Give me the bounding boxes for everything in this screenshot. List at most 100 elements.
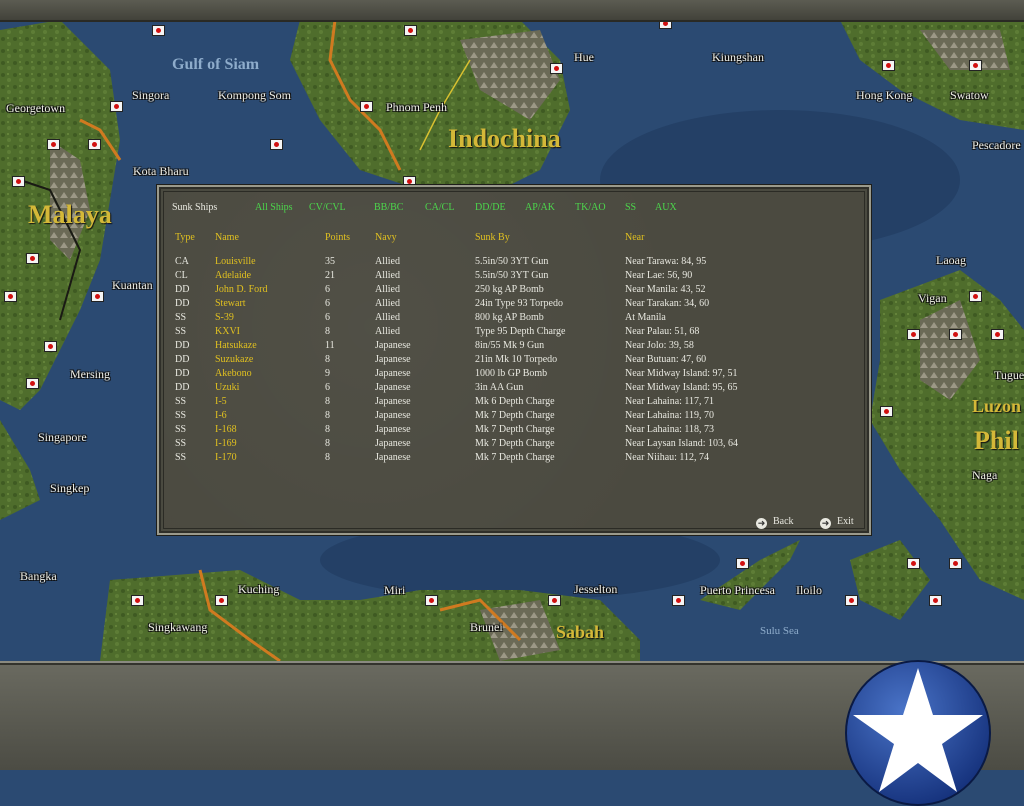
cell-points: 6 [325,382,330,393]
cell-name: Adelaide [215,270,252,281]
table-row[interactable]: SS I-6 8 Japanese Mk 7 Depth Charge Near Laha… [164,410,864,424]
map-label: Indochina [448,124,561,153]
tab-bb-bc[interactable]: BB/BC [374,202,403,213]
base-flag-icon[interactable] [425,595,438,606]
base-flag-icon[interactable] [270,139,283,150]
base-flag-icon[interactable] [672,595,685,606]
cell-points: 9 [325,368,330,379]
col-header-points[interactable]: Points [325,232,350,243]
map-label: Kuantan [112,278,153,292]
cell-points: 11 [325,340,335,351]
base-flag-icon[interactable] [110,101,123,112]
table-row[interactable]: DD Stewart 6 Allied 24in Type 93 Torpedo Near… [164,298,864,312]
table-row[interactable]: SS I-168 8 Japanese Mk 7 Depth Charge Near La… [164,424,864,438]
cell-type: SS [175,396,187,407]
base-flag-icon[interactable] [845,595,858,606]
cell-name: S-39 [215,312,234,323]
tab-all-ships[interactable]: All Ships [255,202,293,213]
table-row[interactable]: SS I-5 8 Japanese Mk 6 Depth Charge Near Laha… [164,396,864,410]
tab-ss[interactable]: SS [625,202,636,213]
map-label: Kota Bharu [133,164,189,178]
base-flag-icon[interactable] [4,291,17,302]
cell-points: 8 [325,424,330,435]
map-label: Naga [972,468,998,482]
base-flag-icon[interactable] [47,139,60,150]
col-header-name[interactable]: Name [215,232,239,243]
arrow-right-icon: ➜ [756,518,767,529]
cell-navy: Japanese [375,382,411,393]
base-flag-icon[interactable] [404,25,417,36]
cell-type: DD [175,382,190,393]
col-header-sunk-by[interactable]: Sunk By [475,232,510,243]
cell-type: DD [175,354,190,365]
table-row[interactable]: SS I-170 8 Japanese Mk 7 Depth Charge Near Ni… [164,452,864,466]
exit-button-label: Exit [837,516,854,527]
base-flag-icon[interactable] [929,595,942,606]
base-flag-icon[interactable] [880,406,893,417]
base-flag-icon[interactable] [152,25,165,36]
cell-near: Near Niihau: 112, 74 [625,452,710,463]
table-row[interactable]: SS S-39 6 Allied 800 kg AP Bomb At Manila [164,312,864,326]
tab-tk-ao[interactable]: TK/AO [575,202,606,213]
table-row[interactable]: DD Suzukaze 8 Japanese 21in Mk 10 Torpedo Nea… [164,354,864,368]
cell-near: Near Manila: 43, 52 [625,284,706,295]
cell-points: 8 [325,396,330,407]
table-row[interactable]: DD Hatsukaze 11 Japanese 8in/55 Mk 9 Gun Near… [164,340,864,354]
tab-ca-cl[interactable]: CA/CL [425,202,454,213]
base-flag-icon[interactable] [991,329,1004,340]
cell-navy: Allied [375,270,400,281]
cell-near: Near Tarakan: 34, 60 [625,298,710,309]
cell-navy: Allied [375,312,400,323]
base-flag-icon[interactable] [969,291,982,302]
base-flag-icon[interactable] [215,595,228,606]
col-header-near[interactable]: Near [625,232,644,243]
cell-navy: Japanese [375,452,411,463]
base-flag-icon[interactable] [550,63,563,74]
cell-sunk-by: Mk 7 Depth Charge [475,410,555,421]
cell-name: Uzuki [215,382,240,393]
table-row[interactable]: CA Louisville 35 Allied 5.5in/50 3YT Gun Near… [164,256,864,270]
base-flag-icon[interactable] [131,595,144,606]
table-row[interactable]: SS I-169 8 Japanese Mk 7 Depth Charge Near La… [164,438,864,452]
base-flag-icon[interactable] [907,329,920,340]
table-row[interactable]: SS KXVI 8 Allied Type 95 Depth Charge Near Pa… [164,326,864,340]
base-flag-icon[interactable] [360,101,373,112]
table-row[interactable]: DD John D. Ford 6 Allied 250 kg AP Bomb Near … [164,284,864,298]
base-flag-icon[interactable] [882,60,895,71]
tab-cv-cvl[interactable]: CV/CVL [309,202,346,213]
base-flag-icon[interactable] [907,558,920,569]
tab-aux[interactable]: AUX [655,202,677,213]
cell-navy: Japanese [375,340,411,351]
cell-points: 8 [325,452,330,463]
col-header-navy[interactable]: Navy [375,232,397,243]
back-button[interactable]: ➜ Back [756,516,794,529]
base-flag-icon[interactable] [736,558,749,569]
table-row[interactable]: DD Uzuki 6 Japanese 3in AA Gun Near Midway Is… [164,382,864,396]
map-label: Puerto Princesa [700,583,775,597]
base-flag-icon[interactable] [12,176,25,187]
exit-button[interactable]: ➜ Exit [820,516,854,529]
us-star-roundel-icon[interactable] [845,660,991,806]
tab-dd-de[interactable]: DD/DE [475,202,506,213]
table-row[interactable]: CL Adelaide 21 Allied 5.5in/50 3YT Gun Near L… [164,270,864,284]
base-flag-icon[interactable] [949,329,962,340]
base-flag-icon[interactable] [969,60,982,71]
base-flag-icon[interactable] [88,139,101,150]
col-header-type[interactable]: Type [175,232,195,243]
base-flag-icon[interactable] [548,595,561,606]
base-flag-icon[interactable] [26,253,39,264]
table-row[interactable]: DD Akebono 9 Japanese 1000 lb GP Bomb Near Mi… [164,368,864,382]
base-flag-icon[interactable] [44,341,57,352]
cell-type: DD [175,368,190,379]
map-label: Kompong Som [218,88,292,102]
base-flag-icon[interactable] [949,558,962,569]
base-flag-icon[interactable] [91,291,104,302]
tab-ap-ak[interactable]: AP/AK [525,202,555,213]
cell-sunk-by: Mk 7 Depth Charge [475,452,555,463]
base-flag-icon[interactable] [26,378,39,389]
panel-title: Sunk Ships [172,202,218,213]
cell-points: 35 [325,256,335,267]
map-label: Luzon [972,396,1022,416]
cell-navy: Allied [375,326,400,337]
cell-navy: Allied [375,298,400,309]
